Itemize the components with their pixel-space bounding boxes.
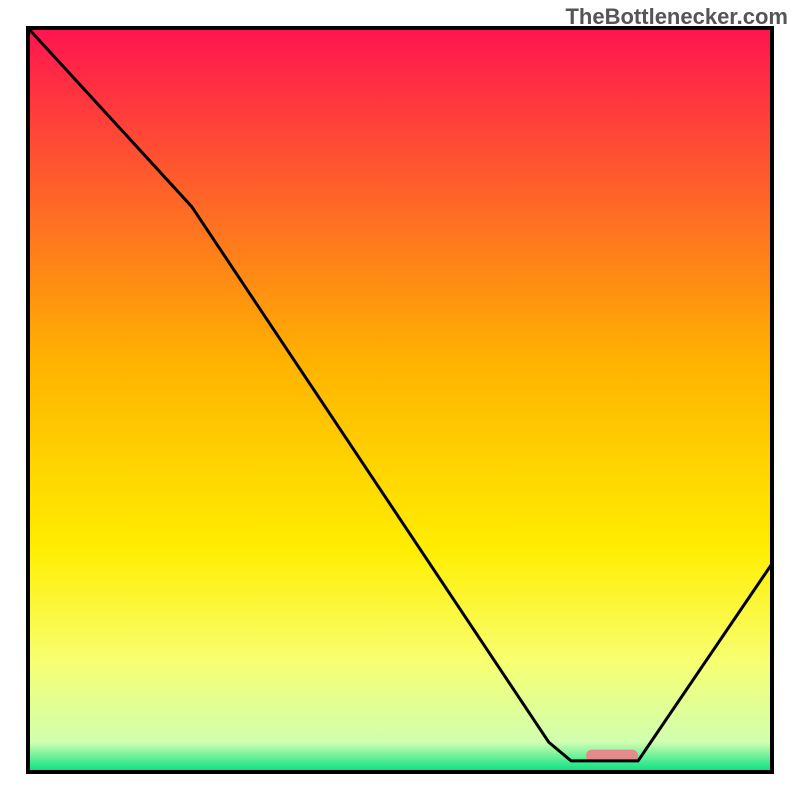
bottleneck-chart [0, 0, 800, 800]
plot-background [28, 28, 772, 772]
watermark-text: TheBottlenecker.com [565, 4, 788, 30]
chart-container: TheBottlenecker.com [0, 0, 800, 800]
